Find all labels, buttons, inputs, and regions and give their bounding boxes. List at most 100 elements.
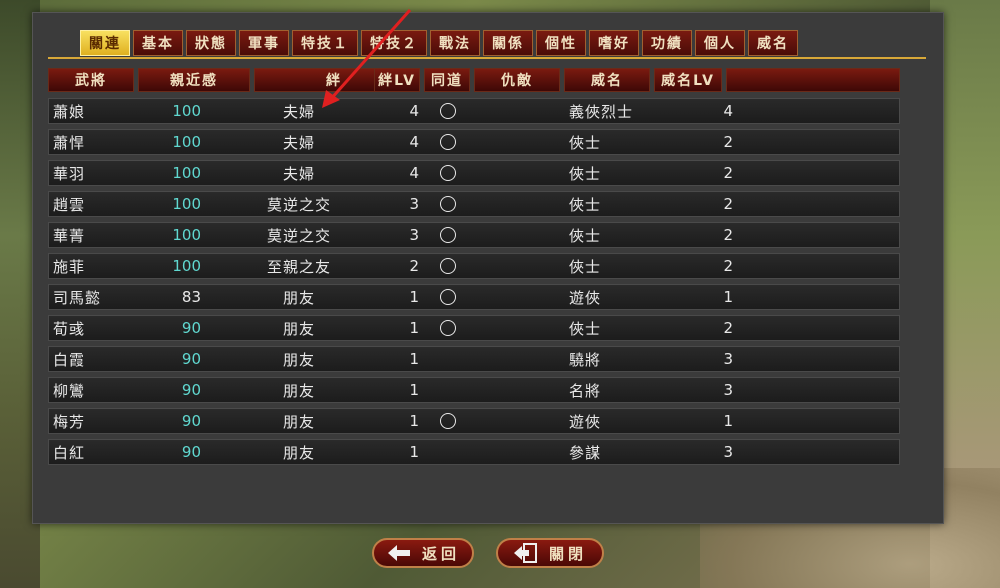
relation-level: 1 (409, 381, 419, 399)
accompany-cell (431, 316, 465, 340)
relation-type: 夫婦 (282, 133, 315, 152)
tab-6[interactable]: 戰法 (430, 30, 480, 56)
tab-8[interactable]: 個性 (536, 30, 586, 56)
back-button-label: 返回 (421, 544, 460, 563)
fame-level: 2 (723, 319, 733, 337)
table-row[interactable]: 梅芳 90 朋友 1 遊俠 1 (48, 408, 900, 434)
table-row[interactable]: 施菲 100 至親之友 2 俠士 2 (48, 253, 900, 279)
close-button-label: 關閉 (548, 544, 587, 563)
tab-0[interactable]: 關連 (80, 30, 130, 56)
relation-type: 夫婦 (282, 164, 315, 183)
relation-type: 朋友 (282, 443, 315, 462)
fame-level: 1 (723, 412, 733, 430)
tab-12[interactable]: 威名 (748, 30, 798, 56)
fame-title: 俠士 (569, 133, 602, 152)
tab-7[interactable]: 關係 (483, 30, 533, 56)
affinity-value: 90 (181, 443, 201, 461)
relation-type: 莫逆之交 (266, 195, 331, 214)
tab-5[interactable]: 特技２ (361, 30, 427, 56)
header-fame[interactable]: 威名 (564, 68, 650, 92)
close-button[interactable]: 關閉 (496, 538, 604, 568)
relation-level: 3 (409, 195, 419, 213)
header-blank (726, 68, 900, 92)
general-name: 柳鸞 (53, 381, 86, 400)
general-name: 蕭悍 (53, 133, 86, 152)
fame-title: 參謀 (569, 443, 602, 462)
table-row[interactable]: 司馬懿 83 朋友 1 遊俠 1 (48, 284, 900, 310)
fame-title: 俠士 (569, 226, 602, 245)
relation-level: 4 (409, 133, 419, 151)
accompany-cell (431, 254, 465, 278)
tab-bar: 關連 基本 狀態 軍事 特技１ 特技２ 戰法 關係 個性 嗜好 功績 個人 威名 (80, 30, 798, 56)
table-row[interactable]: 蕭悍 100 夫婦 4 俠士 2 (48, 129, 900, 155)
affinity-value: 100 (172, 226, 201, 244)
tab-10[interactable]: 功績 (642, 30, 692, 56)
general-name: 荀彧 (53, 319, 86, 338)
fame-level: 2 (723, 133, 733, 151)
affinity-value: 90 (181, 381, 201, 399)
header-accompany[interactable]: 同道 (424, 68, 470, 92)
fame-title: 俠士 (569, 319, 602, 338)
circle-icon (440, 413, 456, 429)
accompany-cell (431, 130, 465, 154)
fame-title: 義俠烈士 (569, 102, 634, 121)
header-fame-lv[interactable]: 威名LV (654, 68, 722, 92)
circle-icon (440, 103, 456, 119)
circle-icon (440, 165, 456, 181)
general-name: 白紅 (53, 443, 86, 462)
header-relation-lv[interactable]: 絆LV (374, 68, 420, 92)
affinity-value: 100 (172, 257, 201, 275)
relation-level: 1 (409, 412, 419, 430)
header-enemy[interactable]: 仇敵 (474, 68, 560, 92)
table-row[interactable]: 白紅 90 朋友 1 參謀 3 (48, 439, 900, 465)
tab-1[interactable]: 基本 (133, 30, 183, 56)
header-affinity[interactable]: 親近感 (138, 68, 250, 92)
circle-icon (440, 227, 456, 243)
general-name: 趙雲 (53, 195, 86, 214)
table-row[interactable]: 蕭娘 100 夫婦 4 義俠烈士 4 (48, 98, 900, 124)
tab-9[interactable]: 嗜好 (589, 30, 639, 56)
table-row[interactable]: 趙雲 100 莫逆之交 3 俠士 2 (48, 191, 900, 217)
tab-2[interactable]: 狀態 (186, 30, 236, 56)
tab-3[interactable]: 軍事 (239, 30, 289, 56)
tab-4[interactable]: 特技１ (292, 30, 358, 56)
affinity-value: 100 (172, 195, 201, 213)
accompany-cell (431, 347, 465, 371)
relation-level: 4 (409, 164, 419, 182)
general-name: 華菁 (53, 226, 86, 245)
circle-icon (440, 196, 456, 212)
fame-title: 驍將 (569, 350, 602, 369)
relation-type: 朋友 (282, 288, 315, 307)
fame-level: 3 (723, 350, 733, 368)
fame-level: 2 (723, 195, 733, 213)
accompany-cell (431, 161, 465, 185)
relation-type: 朋友 (282, 350, 315, 369)
relation-level: 4 (409, 102, 419, 120)
table-row[interactable]: 白霞 90 朋友 1 驍將 3 (48, 346, 900, 372)
relation-type: 夫婦 (282, 102, 315, 121)
fame-level: 1 (723, 288, 733, 306)
table-header: 武將 親近感 絆 絆LV 同道 仇敵 威名 威名LV (48, 68, 900, 92)
affinity-value: 100 (172, 133, 201, 151)
tab-11[interactable]: 個人 (695, 30, 745, 56)
table-row[interactable]: 荀彧 90 朋友 1 俠士 2 (48, 315, 900, 341)
fame-level: 4 (723, 102, 733, 120)
table-row[interactable]: 柳鸞 90 朋友 1 名將 3 (48, 377, 900, 403)
accompany-cell (431, 285, 465, 309)
table-row[interactable]: 華菁 100 莫逆之交 3 俠士 2 (48, 222, 900, 248)
accompany-cell (431, 223, 465, 247)
accompany-cell (431, 99, 465, 123)
accompany-cell (431, 409, 465, 433)
table-row[interactable]: 華羽 100 夫婦 4 俠士 2 (48, 160, 900, 186)
exit-icon (513, 543, 539, 563)
relation-level: 3 (409, 226, 419, 244)
back-button[interactable]: 返回 (372, 538, 474, 568)
relation-level: 1 (409, 350, 419, 368)
circle-icon (440, 134, 456, 150)
fame-title: 俠士 (569, 195, 602, 214)
relation-type: 莫逆之交 (266, 226, 331, 245)
fame-title: 俠士 (569, 257, 602, 276)
fame-level: 3 (723, 443, 733, 461)
circle-icon (440, 320, 456, 336)
header-general[interactable]: 武將 (48, 68, 134, 92)
